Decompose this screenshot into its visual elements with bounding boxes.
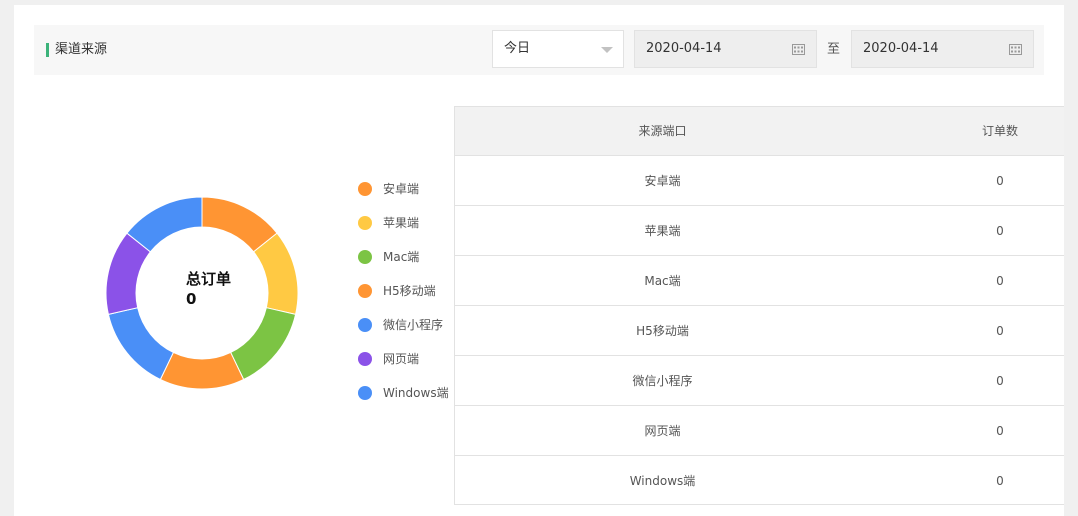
column-header-count: 订单数: [981, 124, 1018, 138]
count-cell: 0: [996, 374, 1004, 388]
source-cell: 微信小程序: [632, 374, 693, 388]
table-row: H5移动端 0: [455, 305, 1064, 355]
legend-label: H5移动端: [383, 284, 436, 298]
start-date-input[interactable]: 2020-04-14: [634, 30, 817, 68]
legend-swatch: [358, 216, 372, 230]
start-date-value: 2020-04-14: [646, 41, 722, 56]
donut-slice[interactable]: [159, 351, 245, 390]
calendar-icon: [1009, 44, 1022, 55]
donut-slice[interactable]: [107, 307, 175, 381]
source-cell: Windows端: [629, 474, 696, 488]
table-row: 网页端 0: [455, 405, 1064, 455]
legend-label: 网页端: [383, 352, 420, 366]
table-header: 来源端口 订单数: [455, 107, 1064, 155]
period-select[interactable]: 今日: [492, 30, 624, 68]
calendar-icon: [792, 44, 805, 55]
source-cell: 安卓端: [644, 174, 681, 188]
source-cell: 网页端: [644, 424, 681, 438]
legend-swatch: [358, 318, 372, 332]
channel-source-card: 渠道来源 今日 2020-04-14 至 2020-04-14 总订单 0 安卓…: [14, 5, 1064, 516]
period-select-value: 今日: [504, 41, 531, 56]
source-cell: 苹果端: [644, 224, 681, 238]
source-cell: H5移动端: [636, 324, 689, 338]
legend-label: 微信小程序: [383, 318, 444, 332]
title-accent-bar: [46, 43, 49, 57]
date-range-separator: 至: [827, 42, 841, 57]
donut-center-value: 0: [186, 290, 197, 308]
filter-toolbar: 渠道来源 今日 2020-04-14 至 2020-04-14: [34, 25, 1044, 75]
end-date-input[interactable]: 2020-04-14: [851, 30, 1034, 68]
source-cell: Mac端: [644, 274, 681, 288]
column-header-source: 来源端口: [638, 124, 687, 138]
order-donut-chart: [105, 196, 299, 390]
legend-label: 安卓端: [383, 182, 420, 196]
legend-swatch: [358, 386, 372, 400]
table-row: 安卓端 0: [455, 155, 1064, 205]
table-row: 微信小程序 0: [455, 355, 1064, 405]
count-cell: 0: [996, 224, 1004, 238]
end-date-value: 2020-04-14: [863, 41, 939, 56]
table-row: Windows端 0: [455, 455, 1064, 505]
count-cell: 0: [996, 324, 1004, 338]
count-cell: 0: [996, 274, 1004, 288]
legend-label: 苹果端: [383, 216, 420, 230]
source-table: 来源端口 订单数 安卓端 0 苹果端 0 Mac端 0 H5移动端 0 微信小程序 0 网页端 0 Wi…: [454, 106, 1064, 505]
legend-swatch: [358, 284, 372, 298]
legend-label: Mac端: [383, 250, 420, 264]
table-row: Mac端 0: [455, 255, 1064, 305]
legend-label: Windows端: [383, 386, 449, 400]
chevron-down-icon: [601, 47, 613, 53]
legend-swatch: [358, 352, 372, 366]
table-body: 安卓端 0 苹果端 0 Mac端 0 H5移动端 0 微信小程序 0 网页端 0 Windows端 0: [455, 155, 1064, 505]
legend-swatch: [358, 250, 372, 264]
donut-slice[interactable]: [229, 307, 297, 381]
table-row: 苹果端 0: [455, 205, 1064, 255]
count-cell: 0: [996, 474, 1004, 488]
count-cell: 0: [996, 424, 1004, 438]
count-cell: 0: [996, 174, 1004, 188]
legend-swatch: [358, 182, 372, 196]
donut-center-label: 总订单: [186, 270, 232, 288]
section-title: 渠道来源: [55, 42, 108, 57]
